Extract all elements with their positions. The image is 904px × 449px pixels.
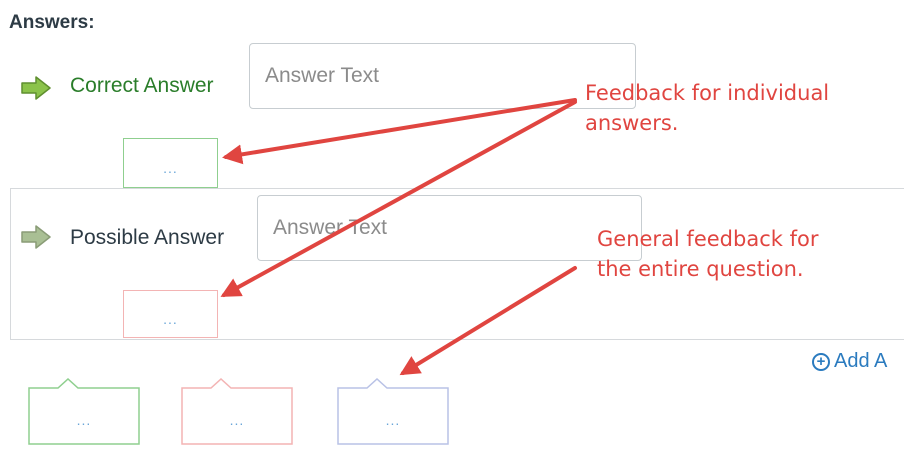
annotation-individual-feedback: Feedback for individual answers.: [585, 78, 829, 138]
annotation-line: the entire question.: [597, 257, 804, 281]
annotation-arrow-to-general-feedback: [399, 266, 577, 376]
annotation-general-feedback: General feedback for the entire question…: [597, 224, 818, 284]
annotation-line: General feedback for: [597, 227, 819, 251]
annotation-line: answers.: [585, 111, 679, 135]
annotation-line: Feedback for individual: [585, 81, 830, 105]
annotation-arrow-to-correct-feedback: [222, 98, 577, 165]
annotation-arrow-to-possible-feedback: [220, 100, 577, 297]
quiz-editor-canvas: Answers: Correct Answer ... Possible Ans…: [0, 0, 904, 449]
